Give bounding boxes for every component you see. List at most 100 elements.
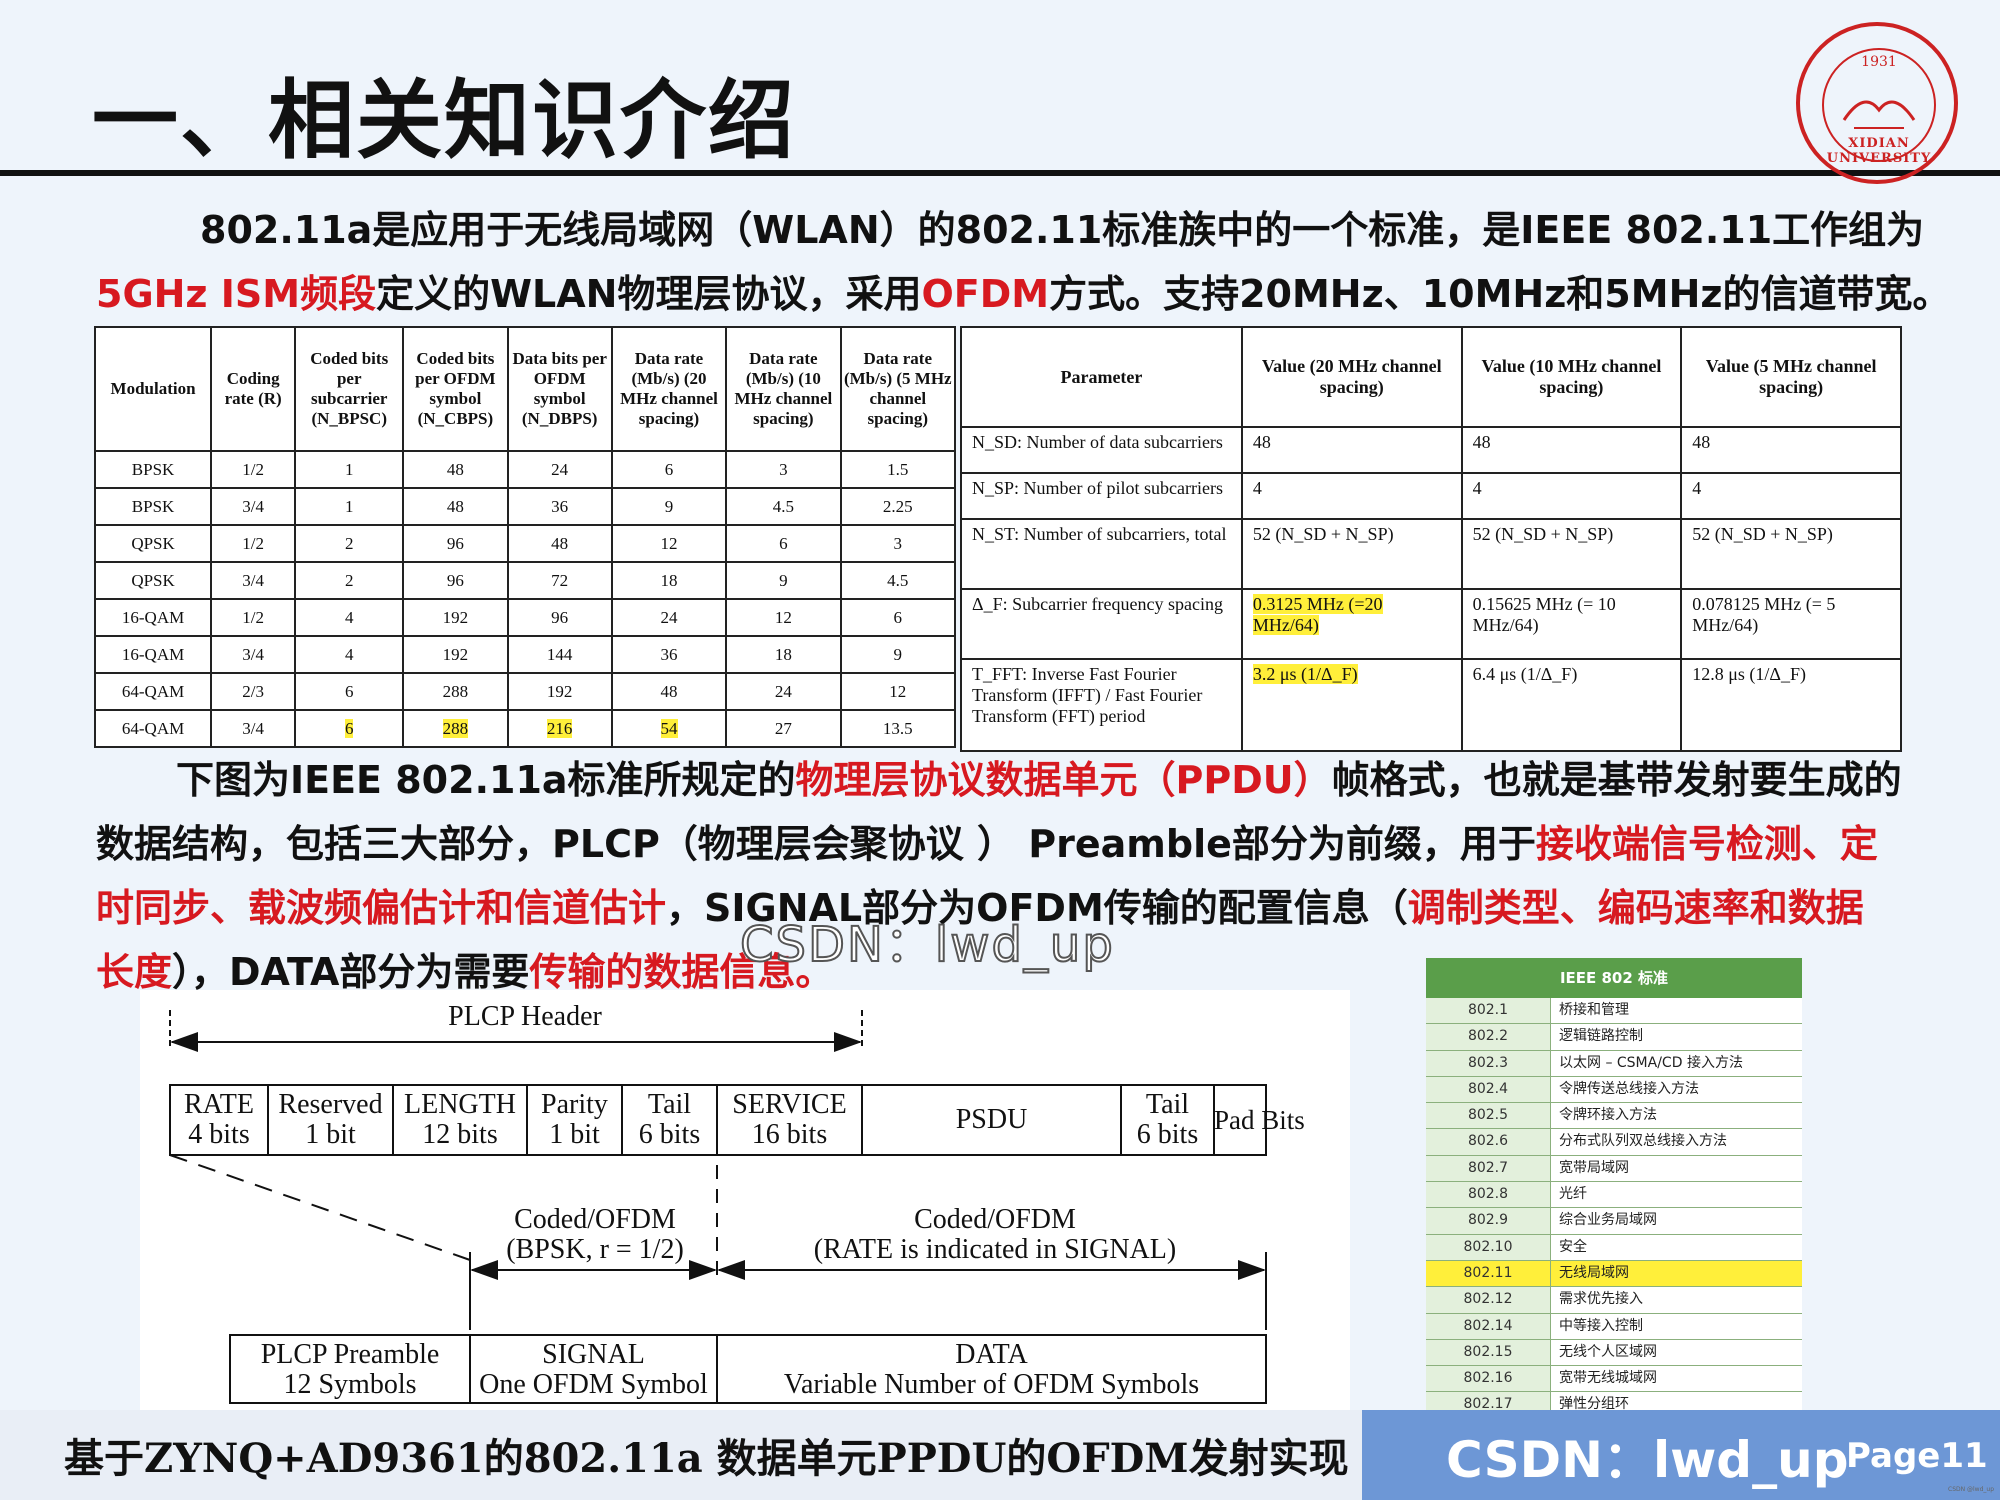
- standard-code: 802.14: [1426, 1314, 1551, 1339]
- cell-value: 36: [551, 497, 568, 516]
- intro-text-end: 方式。支持20MHz、10MHz和5MHz的信道带宽。: [1049, 272, 1950, 316]
- table-cell: 12: [612, 525, 726, 562]
- cell-value: 4: [1253, 478, 1262, 498]
- cell-value: 1/2: [242, 460, 264, 479]
- table-cell: 216: [508, 710, 612, 747]
- column-header: Coding rate (R): [211, 327, 295, 451]
- list-item: 802.7宽带局域网: [1426, 1156, 1802, 1182]
- list-item: 802.4令牌传送总线接入方法: [1426, 1077, 1802, 1103]
- ofdm-text: OFDM: [921, 272, 1049, 316]
- list-item: 802.2逻辑链路控制: [1426, 1024, 1802, 1050]
- standard-name: 安全: [1551, 1235, 1802, 1260]
- field-bits: 1 bit: [268, 1120, 393, 1150]
- cell-value: T_FFT: Inverse Fast Fourier Transform (I…: [972, 664, 1202, 726]
- cell-value: 2: [345, 534, 354, 553]
- ppdu-para-line-1: 下图为IEEE 802.11a标准所规定的物理层协议数据单元（PPDU）帧格式，…: [176, 748, 1902, 812]
- standard-name: 宽带局域网: [1551, 1156, 1802, 1181]
- cell-value: 48: [1692, 432, 1710, 452]
- field-service: SERVICE16 bits: [717, 1090, 862, 1150]
- table-cell: 3: [726, 451, 840, 488]
- cell-value: 72: [551, 571, 568, 590]
- table-cell: 6: [295, 673, 403, 710]
- table-cell: N_ST: Number of subcarriers, total: [961, 519, 1242, 589]
- table-cell: 48: [1462, 427, 1682, 473]
- table-cell: 4.5: [841, 562, 955, 599]
- table-cell: T_FFT: Inverse Fast Fourier Transform (I…: [961, 659, 1242, 751]
- field-tail: Tail6 bits: [622, 1090, 717, 1150]
- ofdm-parameter-table: Parameter Value (20 MHz channel spacing)…: [960, 326, 1902, 752]
- table-cell: 48: [508, 525, 612, 562]
- standard-code: 802.11: [1426, 1261, 1551, 1286]
- list-item: 802.10安全: [1426, 1235, 1802, 1261]
- table-cell: 3: [841, 525, 955, 562]
- cell-value: 12: [661, 534, 678, 553]
- ism-band-text: 5GHz ISM频段: [96, 272, 376, 316]
- label-line: Coded/OFDM: [480, 1205, 710, 1235]
- table-cell: 4: [1242, 473, 1462, 519]
- field-bits: 16 bits: [717, 1120, 862, 1150]
- table-cell: 9: [726, 562, 840, 599]
- table-cell: 3/4: [211, 710, 295, 747]
- table-cell: 144: [508, 636, 612, 673]
- para-highlight: 时同步、载波频偏估计和信道估计: [96, 886, 666, 930]
- cell-value: Δ_F: Subcarrier frequency spacing: [972, 594, 1223, 614]
- list-item: 802.11无线局域网: [1426, 1261, 1802, 1287]
- table-cell: QPSK: [95, 525, 211, 562]
- column-header: Coded bits per OFDM symbol (N_CBPS): [403, 327, 507, 451]
- cell-value: 36: [661, 645, 678, 664]
- cell-value: QPSK: [131, 571, 174, 590]
- table-cell: 3.2 μs (1/Δ_F): [1242, 659, 1462, 751]
- table-cell: 1: [295, 488, 403, 525]
- cell-value: 4: [1692, 478, 1701, 498]
- cell-value: 3: [894, 534, 903, 553]
- column-header: Data bits per OFDM symbol (N_DBPS): [508, 327, 612, 451]
- label-line: Coded/OFDM: [740, 1205, 1250, 1235]
- table-cell: 2/3: [211, 673, 295, 710]
- column-header: Data rate (Mb/s) (10 MHz channel spacing…: [726, 327, 840, 451]
- standard-code: 802.9: [1426, 1208, 1551, 1233]
- column-header: Value (5 MHz channel spacing): [1681, 327, 1901, 427]
- standard-code: 802.7: [1426, 1156, 1551, 1181]
- field-name: Reserved: [268, 1090, 393, 1120]
- standard-name: 中等接入控制: [1551, 1314, 1802, 1339]
- cell-value: 6: [665, 460, 674, 479]
- cell-value: 96: [447, 534, 464, 553]
- table-cell: 48: [1681, 427, 1901, 473]
- table-cell: 3/4: [211, 636, 295, 673]
- table-cell: 4: [295, 636, 403, 673]
- field-pad-bits: Pad Bits: [1214, 1105, 1266, 1135]
- cell-value: 48: [661, 682, 678, 701]
- label-line: PLCP Preamble: [230, 1340, 470, 1370]
- column-header: Coded bits per subcarrier (N_BPSC): [295, 327, 403, 451]
- standard-name: 以太网 – CSMA/CD 接入方法: [1551, 1051, 1802, 1076]
- table-cell: 6.4 μs (1/Δ_F): [1462, 659, 1682, 751]
- label-line: DATA: [717, 1340, 1266, 1370]
- cell-value: 4: [345, 645, 354, 664]
- table-row: BPSK1/214824631.5: [95, 451, 955, 488]
- standard-name: 令牌传送总线接入方法: [1551, 1077, 1802, 1102]
- cell-value: 2.25: [883, 497, 913, 516]
- table-cell: 52 (N_SD + N_SP): [1462, 519, 1682, 589]
- table-cell: 1/2: [211, 451, 295, 488]
- table-cell: 4: [1462, 473, 1682, 519]
- table-cell: 13.5: [841, 710, 955, 747]
- cell-value: 48: [1473, 432, 1491, 452]
- cell-value: 192: [443, 645, 469, 664]
- cell-value: 1/2: [242, 608, 264, 627]
- cell-value: 4.5: [887, 571, 908, 590]
- standard-name: 无线个人区域网: [1551, 1340, 1802, 1365]
- standard-code: 802.1: [1426, 998, 1551, 1023]
- cell-value: 0.15625 MHz (= 10 MHz/64): [1473, 594, 1616, 635]
- intro-line-1: 802.11a是应用于无线局域网（WLAN）的802.11标准族中的一个标准，是…: [200, 198, 1924, 262]
- list-item: 802.15无线个人区域网: [1426, 1340, 1802, 1366]
- cell-value: 2/3: [242, 682, 264, 701]
- cell-value: 12: [889, 682, 906, 701]
- table-row: 16-QAM1/241929624126: [95, 599, 955, 636]
- table-cell: 6: [726, 525, 840, 562]
- table-cell: 2: [295, 525, 403, 562]
- table-cell: 6: [612, 451, 726, 488]
- table-cell: 52 (N_SD + N_SP): [1242, 519, 1462, 589]
- standard-code: 802.2: [1426, 1024, 1551, 1049]
- cell-value: 1: [345, 460, 354, 479]
- cell-value: 3/4: [242, 645, 264, 664]
